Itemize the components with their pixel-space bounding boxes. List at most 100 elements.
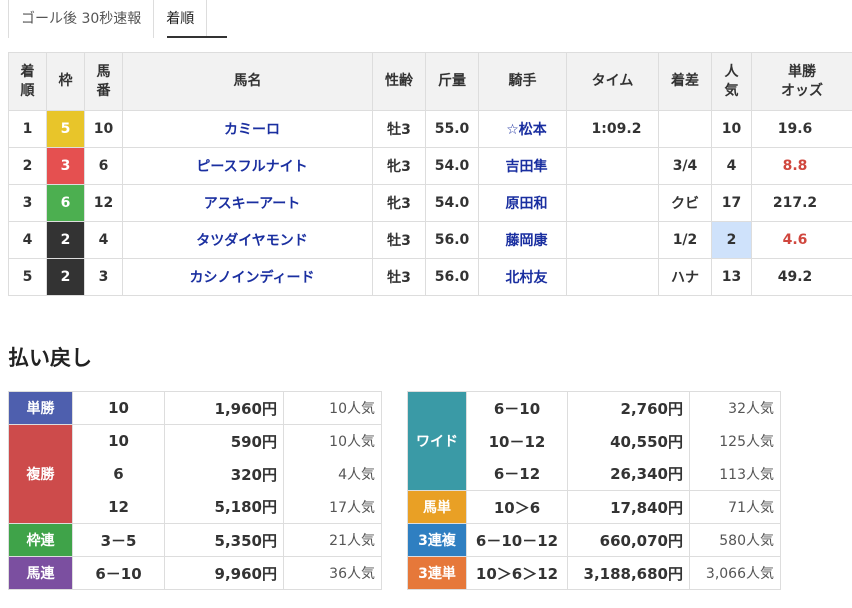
header-horse-name[interactable]: 馬名 <box>122 52 373 111</box>
bet-type-label: 馬単 <box>407 490 467 524</box>
header-popularity[interactable]: 人気 <box>711 52 752 111</box>
weight-cell: 54.0 <box>425 147 479 185</box>
time-cell <box>566 258 659 296</box>
umaban-cell: 6 <box>84 147 123 185</box>
payout-amount: 17,840円 <box>567 490 690 524</box>
jockey-link[interactable]: 吉田隼 <box>478 147 567 185</box>
payout-amount: 2,760円 <box>567 391 690 425</box>
popularity-rank: 580人気 <box>689 523 781 557</box>
combination-cell: 6 <box>72 457 165 491</box>
popularity-rank: 10人気 <box>283 391 382 425</box>
payout-heading: 払い戻し <box>8 346 92 370</box>
umaban-cell: 4 <box>84 221 123 259</box>
payout-amount: 40,550円 <box>567 424 690 458</box>
payout-table-left: 単勝 10 1,960円 10人気 複勝 10 590円 10人気 6 320円 4人気 12 5,18… <box>8 391 382 590</box>
popularity-rank: 125人気 <box>689 424 781 458</box>
odds-cell: 8.8 <box>751 147 852 185</box>
horse-name-link[interactable]: ピースフルナイト <box>122 147 373 185</box>
results-table: 着順 枠 馬番 馬名 性齢 斤量 騎手 タイム 着差 人気 単勝 オッズ 1 5 10… <box>8 52 852 296</box>
popularity-rank: 113人気 <box>689 457 781 491</box>
waku-badge: 5 <box>47 111 84 147</box>
bet-type-label: ワイド <box>407 391 467 491</box>
popularity-rank: 10人気 <box>283 424 382 458</box>
weight-cell: 54.0 <box>425 184 479 222</box>
payout-amount: 590円 <box>164 424 284 458</box>
header-umaban[interactable]: 馬番 <box>84 52 123 111</box>
waku-cell: 2 <box>46 221 85 259</box>
time-cell: 1:09.2 <box>566 110 659 148</box>
combination-cell: 10－12 <box>466 424 568 458</box>
header-waku[interactable]: 枠 <box>46 52 85 111</box>
waku-cell: 6 <box>46 184 85 222</box>
combination-cell: 12 <box>72 490 165 524</box>
margin-cell: 1/2 <box>658 221 712 259</box>
horse-name-link[interactable]: アスキーアート <box>122 184 373 222</box>
tab-bar: ゴール後 30秒速報 着順 <box>8 0 208 38</box>
time-cell <box>566 147 659 185</box>
payout-amount: 660,070円 <box>567 523 690 557</box>
header-margin[interactable]: 着差 <box>658 52 712 111</box>
jockey-link[interactable]: 藤岡康 <box>478 221 567 259</box>
time-cell <box>566 221 659 259</box>
payout-amount: 9,960円 <box>164 556 284 590</box>
tab-goal-flash[interactable]: ゴール後 30秒速報 <box>8 0 153 38</box>
result-row: 2 3 6 ピースフルナイト 牝3 54.0 吉田隼 3/4 4 8.8 <box>8 147 852 185</box>
horse-name-link[interactable]: タツダイヤモンド <box>122 221 373 259</box>
header-rank[interactable]: 着順 <box>8 52 47 111</box>
popularity-cell: 10 <box>711 110 752 148</box>
header-odds[interactable]: 単勝 オッズ <box>751 52 852 111</box>
payout-row: 枠連 3－5 5,350円 21人気 <box>8 523 382 557</box>
combination-cell: 6－10 <box>72 556 165 590</box>
combination-cell: 10＞6＞12 <box>466 556 568 590</box>
weight-cell: 55.0 <box>425 110 479 148</box>
bet-type-label: 単勝 <box>8 391 73 425</box>
sex-age-cell: 牝3 <box>372 147 426 185</box>
popularity-cell: 13 <box>711 258 752 296</box>
popularity-cell: 2 <box>711 221 752 259</box>
waku-cell: 5 <box>46 110 85 148</box>
waku-badge: 3 <box>47 148 84 184</box>
header-weight[interactable]: 斤量 <box>425 52 479 111</box>
umaban-cell: 10 <box>84 110 123 148</box>
waku-badge: 2 <box>47 222 84 258</box>
header-sex-age[interactable]: 性齢 <box>372 52 426 111</box>
rank-cell: 5 <box>8 258 47 296</box>
time-cell <box>566 184 659 222</box>
popularity-rank: 3,066人気 <box>689 556 781 590</box>
odds-cell: 4.6 <box>751 221 852 259</box>
popularity-rank: 4人気 <box>283 457 382 491</box>
results-header-row: 着順 枠 馬番 馬名 性齢 斤量 騎手 タイム 着差 人気 単勝 オッズ <box>8 52 852 111</box>
payout-amount: 1,960円 <box>164 391 284 425</box>
payout-table-right: ワイド 6－10 2,760円 32人気 10－12 40,550円 125人気 6－12 26… <box>407 391 781 590</box>
jockey-link[interactable]: ☆松本 <box>478 110 567 148</box>
jockey-link[interactable]: 北村友 <box>478 258 567 296</box>
waku-badge: 6 <box>47 185 84 221</box>
payout-amount: 3,188,680円 <box>567 556 690 590</box>
popularity-rank: 71人気 <box>689 490 781 524</box>
odds-cell: 217.2 <box>751 184 852 222</box>
header-time[interactable]: タイム <box>566 52 659 111</box>
payout-amount: 5,180円 <box>164 490 284 524</box>
margin-cell: ハナ <box>658 258 712 296</box>
payout-amount: 5,350円 <box>164 523 284 557</box>
rank-cell: 2 <box>8 147 47 185</box>
weight-cell: 56.0 <box>425 221 479 259</box>
active-tab-indicator <box>167 36 227 38</box>
header-jockey[interactable]: 騎手 <box>478 52 567 111</box>
sex-age-cell: 牝3 <box>372 184 426 222</box>
popularity-rank: 36人気 <box>283 556 382 590</box>
jockey-link[interactable]: 原田和 <box>478 184 567 222</box>
result-row: 4 2 4 タツダイヤモンド 牡3 56.0 藤岡康 1/2 2 4.6 <box>8 221 852 259</box>
bet-type-label: 馬連 <box>8 556 73 590</box>
umaban-cell: 3 <box>84 258 123 296</box>
horse-name-link[interactable]: カミーロ <box>122 110 373 148</box>
payout-row: 複勝 10 590円 10人気 <box>8 424 382 524</box>
combination-cell: 6－10－12 <box>466 523 568 557</box>
tab-results[interactable]: 着順 <box>153 0 208 38</box>
payout-row: 3連単 10＞6＞12 3,188,680円 3,066人気 <box>407 556 781 590</box>
bet-type-label: 3連単 <box>407 556 467 590</box>
odds-cell: 19.6 <box>751 110 852 148</box>
combination-cell: 10＞6 <box>466 490 568 524</box>
horse-name-link[interactable]: カシノインディード <box>122 258 373 296</box>
combination-cell: 6－12 <box>466 457 568 491</box>
